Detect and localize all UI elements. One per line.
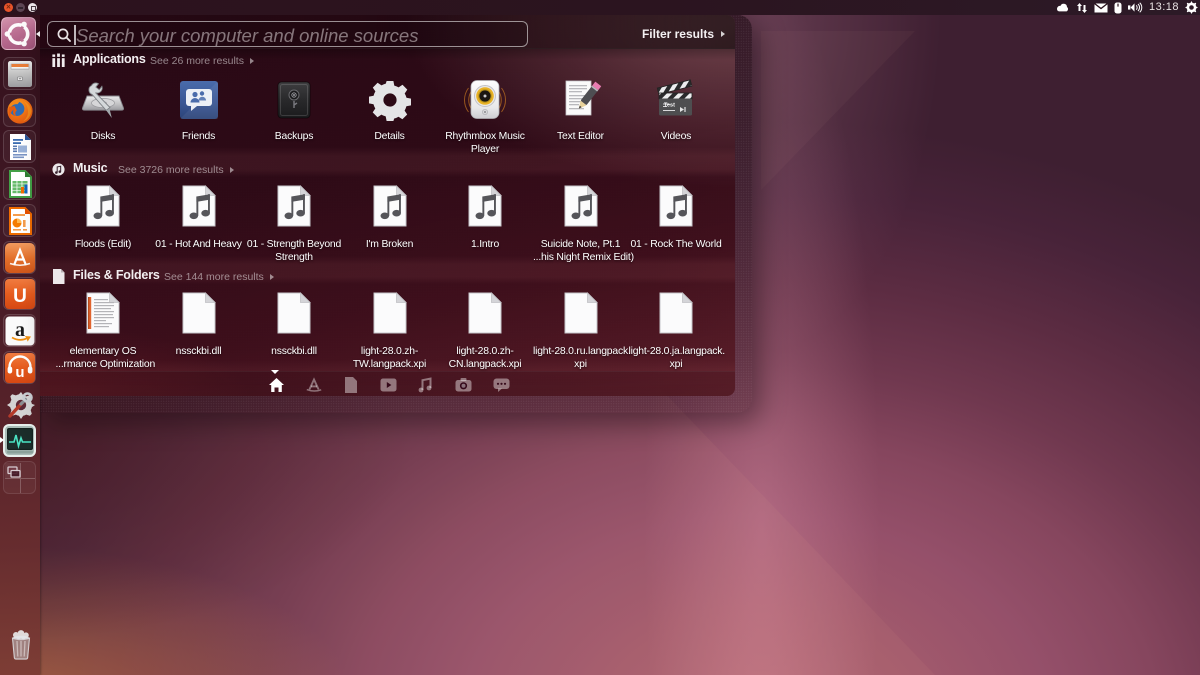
svg-text:a: a (15, 319, 25, 341)
svg-text:u: u (15, 364, 24, 381)
svg-text:Test: Test (664, 103, 675, 109)
svg-text:U: U (13, 286, 27, 307)
